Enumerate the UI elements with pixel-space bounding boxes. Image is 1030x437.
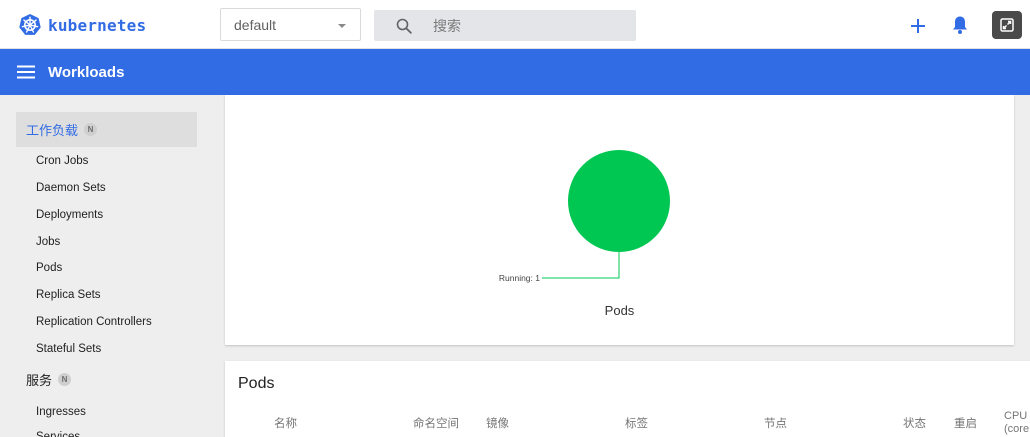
sidebar: 工作负载 N Cron Jobs Daemon Sets Deployments… bbox=[0, 95, 208, 437]
column-header-node[interactable]: 节点 bbox=[764, 417, 787, 431]
plus-icon bbox=[911, 19, 925, 33]
sidebar-item-daemon-sets[interactable]: Daemon Sets bbox=[36, 180, 106, 196]
expand-button[interactable] bbox=[992, 11, 1022, 39]
new-badge: N bbox=[84, 123, 98, 136]
column-header-cpu-unit: (core bbox=[1004, 423, 1030, 435]
pie-slice-0[interactable] bbox=[568, 150, 670, 252]
chevron-down-icon bbox=[338, 24, 346, 28]
sidebar-group-services[interactable]: 服务 N bbox=[16, 362, 197, 397]
sidebar-item-stateful-sets[interactable]: Stateful Sets bbox=[36, 341, 101, 357]
column-header-cpu-label: CPU bbox=[1004, 410, 1028, 422]
column-header-status[interactable]: 状态 bbox=[903, 417, 926, 431]
column-header-images: 镜像 bbox=[486, 418, 509, 430]
page-title: Workloads bbox=[48, 63, 125, 81]
sidebar-item-deployments[interactable]: Deployments bbox=[36, 207, 103, 223]
sidebar-group-label: 工作负载 bbox=[26, 123, 79, 138]
sidebar-group-label: 服务 bbox=[26, 373, 53, 388]
sidebar-group-workloads[interactable]: 工作负载 N bbox=[16, 112, 197, 147]
sidebar-item-replica-sets[interactable]: Replica Sets bbox=[36, 287, 101, 303]
sidebar-item-cron-jobs[interactable]: Cron Jobs bbox=[36, 153, 88, 169]
kubernetes-logo[interactable]: kubernetes bbox=[18, 12, 146, 38]
sidebar-item-pods[interactable]: Pods bbox=[36, 260, 62, 276]
table-title: Pods bbox=[238, 375, 275, 392]
logo-text: kubernetes bbox=[48, 15, 147, 35]
menu-icon[interactable] bbox=[17, 65, 35, 79]
sidebar-item-replication-controllers[interactable]: Replication Controllers bbox=[36, 314, 152, 330]
search-icon bbox=[396, 18, 412, 34]
kubernetes-logo-icon bbox=[19, 14, 41, 35]
pie-label-line-0 bbox=[542, 252, 620, 279]
create-button[interactable] bbox=[909, 14, 927, 36]
search-input[interactable]: 搜索 bbox=[433, 16, 461, 36]
expand-icon bbox=[1000, 18, 1014, 32]
new-badge: N bbox=[58, 373, 72, 386]
sidebar-item-ingresses[interactable]: Ingresses bbox=[36, 404, 86, 420]
page-toolbar: Workloads bbox=[0, 49, 1030, 95]
chart-title: Pods bbox=[604, 303, 635, 318]
column-header-namespace[interactable]: 命名空间 bbox=[413, 417, 459, 431]
search-bar[interactable]: 搜索 bbox=[374, 10, 636, 41]
column-header-restarts[interactable]: 重启 bbox=[954, 417, 977, 431]
sidebar-item-jobs[interactable]: Jobs bbox=[36, 234, 60, 250]
top-bar: kubernetes default 搜索 bbox=[0, 0, 1030, 49]
column-header-cpu[interactable]: CPU (core bbox=[1004, 410, 1029, 436]
pods-status-card: Running: 1 Pods bbox=[225, 95, 1014, 345]
bell-icon[interactable] bbox=[951, 15, 969, 35]
sidebar-item-services[interactable]: Services bbox=[36, 429, 80, 437]
namespace-value: default bbox=[234, 16, 277, 33]
pods-table-card: Pods 名称 命名空间 镜像 标签 节点 状态 重启 CPU (core bbox=[225, 361, 1030, 437]
column-header-name[interactable]: 名称 bbox=[274, 417, 297, 431]
pie-label-0: Running: 1 bbox=[499, 273, 540, 283]
namespace-select[interactable]: default bbox=[220, 8, 361, 41]
column-header-labels: 标签 bbox=[625, 418, 648, 430]
